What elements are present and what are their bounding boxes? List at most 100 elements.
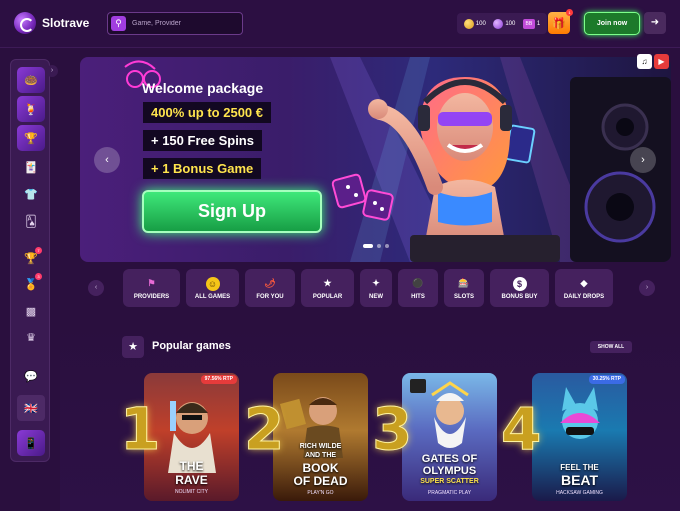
purple-balance-value: 100 (505, 20, 516, 27)
sidebar: 🍩 🍹 🏆 🃏 👕 🂡 🏆 7 🏅 3 ▩ ♛ 💬 🇬🇧 📱 (10, 59, 50, 462)
rank-number: 2 (243, 395, 285, 464)
promo-line-bonus: 400% up to 2500 € (143, 102, 271, 123)
categories-prev-button[interactable]: ‹ (88, 280, 104, 296)
search-icon[interactable]: ⚲ (111, 16, 126, 31)
balance-bonus: BB 1 (522, 18, 540, 29)
sidebar-item-crown[interactable]: ♛ (17, 324, 45, 350)
sidebar-game-cocktail[interactable]: 🍹 (17, 96, 45, 122)
star-icon: ★ (122, 336, 144, 358)
podium-icon: ▩ (25, 305, 37, 318)
video-button[interactable]: ▶ (654, 54, 669, 69)
trophy-badge: 7 (35, 247, 42, 254)
category-slots[interactable]: 🎰 SLOTS (444, 269, 484, 307)
game-title-line2: OLYMPUS (422, 465, 477, 477)
medal-badge: 3 (35, 273, 42, 280)
sign-up-button[interactable]: Sign Up (142, 190, 322, 233)
balance-group[interactable]: 100 100 BB 1 (457, 13, 547, 34)
gift-icon: 🎁 (552, 17, 566, 30)
chat-icon: 💬 (24, 370, 38, 383)
category-bonus-buy[interactable]: $ BONUS BUY (490, 269, 549, 307)
category-all-games[interactable]: ☺ ALL GAMES (186, 269, 239, 307)
sidebar-item-cards[interactable]: 🃏 (17, 154, 45, 180)
card-stack-icon: 🂡 (25, 215, 37, 228)
category-label: FOR YOU (256, 293, 284, 300)
category-for-you[interactable]: 🌶 FOR YOU (245, 269, 295, 307)
join-now-button[interactable]: Join now (584, 12, 640, 35)
sidebar-item-shirt[interactable]: 👕 (17, 181, 45, 207)
rank-number: 4 (500, 395, 542, 464)
game-title-line2: RAVE (175, 473, 208, 487)
game-title-line1: RICH WILDE (299, 443, 342, 450)
rank-number: 1 (119, 395, 161, 464)
slide-dot-3[interactable] (385, 244, 389, 248)
category-label: SLOTS (453, 293, 474, 300)
gift-button[interactable]: 🎁 1 (548, 9, 573, 34)
play-icon: ▶ (658, 57, 665, 66)
category-label: NEW (369, 293, 383, 300)
brand-logo[interactable]: Slotrave (14, 12, 89, 34)
slide-dot-1[interactable] (363, 244, 373, 248)
sidebar-item-card-stack[interactable]: 🂡 (17, 208, 45, 234)
star-icon: ★ (323, 278, 332, 288)
banner-pagination (363, 244, 389, 248)
game-title-line2: AND THE (304, 452, 337, 459)
category-popular[interactable]: ★ POPULAR (301, 269, 354, 307)
chevron-left-icon: ‹ (105, 154, 109, 166)
chevron-right-icon: › (645, 284, 649, 291)
category-new[interactable]: ✦ NEW (360, 269, 392, 307)
sidebar-collapse-button[interactable]: › (46, 65, 58, 77)
crown-icon: ♛ (26, 331, 36, 344)
slide-dot-2[interactable] (377, 244, 381, 248)
game-card-book-of-dead[interactable]: RICH WILDE AND THE BOOK OF DEAD PLAY'N G… (273, 373, 368, 501)
category-label: HITS (411, 293, 425, 300)
sidebar-item-medal[interactable]: 🏅 3 (17, 271, 45, 297)
rtp-badge: 30.25% RTP (588, 375, 625, 384)
sidebar-item-app-preview[interactable]: 📱 (17, 430, 45, 456)
music-button[interactable]: ♫ (637, 54, 652, 69)
sidebar-item-chat[interactable]: 💬 (17, 363, 45, 389)
game-title-line4: OF DEAD (293, 474, 348, 488)
media-controls: ♫ ▶ (637, 54, 669, 69)
category-hits[interactable]: ⚫ HITS (398, 269, 438, 307)
donut-game-icon: 🍩 (24, 74, 38, 87)
cards-icon: 🃏 (24, 161, 38, 174)
category-label: BONUS BUY (501, 293, 538, 300)
banner-next-button[interactable]: › (630, 147, 656, 173)
chevron-right-icon: › (50, 67, 54, 74)
category-daily-drops[interactable]: ◆ DAILY DROPS (555, 269, 613, 307)
rank-number: 3 (371, 395, 413, 464)
login-icon: ➜ (650, 17, 660, 28)
sidebar-item-trophy[interactable]: 🏆 7 (17, 245, 45, 271)
game-provider: PRAGMATIC PLAY (427, 490, 472, 496)
brand-name: Slotrave (42, 16, 90, 30)
banner-prev-button[interactable]: ‹ (94, 147, 120, 173)
app-preview-icon: 📱 (24, 437, 38, 450)
rtp-badge: 97.56% RTP (200, 375, 237, 384)
chevron-left-icon: ‹ (94, 284, 98, 291)
login-button[interactable]: ➜ (644, 12, 666, 34)
smiley-icon: ☺ (205, 276, 220, 291)
category-label: POPULAR (312, 293, 343, 300)
category-label: PROVIDERS (133, 293, 170, 300)
categories-next-button[interactable]: › (639, 280, 655, 296)
trophy-game-icon: 🏆 (24, 132, 38, 145)
category-label: ALL GAMES (194, 293, 231, 300)
gold-coin-icon (463, 18, 474, 29)
dollar-icon: $ (512, 276, 527, 291)
sidebar-game-trophy[interactable]: 🏆 (17, 125, 45, 151)
game-title-line3: SUPER SCATTER (420, 478, 479, 485)
logo-icon (14, 12, 36, 34)
search-input[interactable] (132, 20, 232, 27)
sidebar-game-donut[interactable]: 🍩 (17, 67, 45, 93)
game-card-feel-the-beat[interactable]: 30.25% RTP FEEL THE BEAT HACKSAW GAMING (532, 373, 627, 501)
speaker (570, 77, 671, 262)
sidebar-item-podium[interactable]: ▩ (17, 298, 45, 324)
category-providers[interactable]: ⚑ PROVIDERS (123, 269, 180, 307)
sidebar-item-language[interactable]: 🇬🇧 (17, 395, 45, 421)
game-card-gates-of-olympus[interactable]: GATES OF OLYMPUS SUPER SCATTER PRAGMATIC… (402, 373, 497, 501)
show-all-button[interactable]: SHOW ALL (590, 341, 632, 353)
cocktail-game-icon: 🍹 (24, 103, 38, 116)
search-bar[interactable]: ⚲ (107, 12, 243, 35)
drops-icon: ◆ (580, 278, 588, 288)
game-title-line1: FEEL THE (560, 463, 599, 472)
